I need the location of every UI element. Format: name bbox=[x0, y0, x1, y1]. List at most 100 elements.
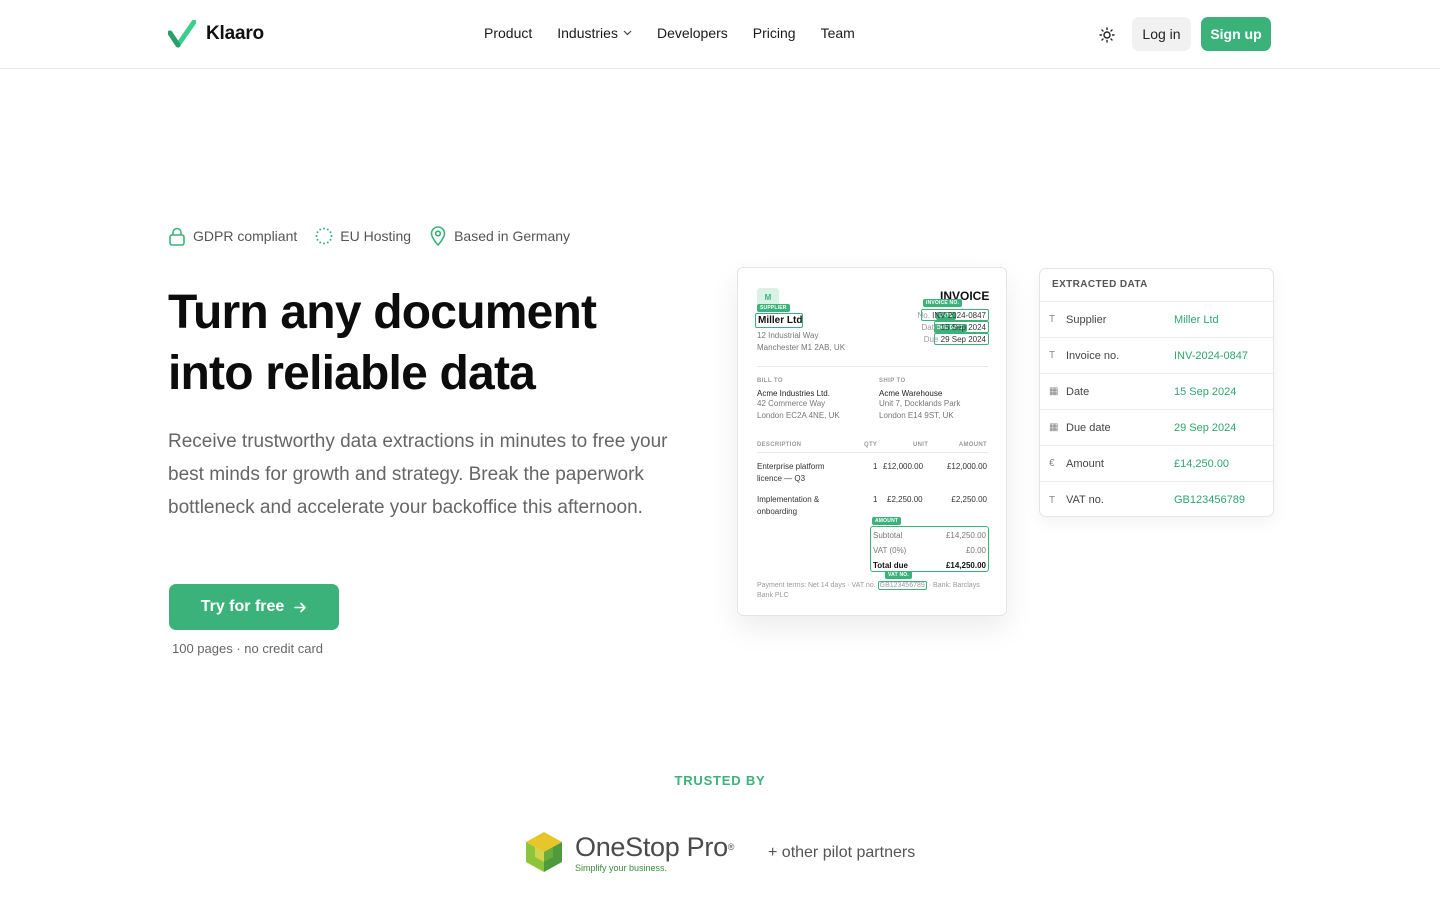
partner-wordmark: OneStop Pro® Simplify your business. bbox=[575, 832, 734, 873]
badge-germany: Based in Germany bbox=[429, 226, 570, 246]
tag-invoice-no: INVOICE NO. bbox=[923, 299, 963, 307]
cube-logo-icon bbox=[526, 832, 562, 872]
text-icon: T bbox=[1049, 494, 1056, 506]
arrow-right-icon bbox=[294, 602, 307, 612]
invoice-preview: M SUPPLIER Miller Ltd 12 Industrial Way … bbox=[737, 267, 1007, 616]
nav-team[interactable]: Team bbox=[821, 25, 855, 41]
item-1-amount: £12,000.00 bbox=[946, 462, 987, 471]
text-icon: T bbox=[1049, 350, 1056, 361]
extracted-row-date: ▦ Date 15 Sep 2024 bbox=[1040, 374, 1273, 410]
invoice-no-row: No. INV-2024-0847 bbox=[917, 310, 986, 322]
bill-to-label: BILL TO bbox=[757, 378, 783, 384]
footer-vat-number: GB123456789 bbox=[877, 581, 927, 590]
subtotal-value: £14,250.00 bbox=[945, 531, 986, 540]
ship-to-label: SHIP TO bbox=[879, 378, 906, 384]
item-1-desc-line2: licence — Q3 bbox=[757, 474, 806, 483]
partner-name-text: OneStop Pro bbox=[575, 831, 728, 862]
badge-eu-hosting: EU Hosting bbox=[315, 227, 411, 245]
extracted-data-panel: EXTRACTED DATA T Supplier Miller Ltd T I… bbox=[1039, 268, 1274, 517]
try-for-free-button[interactable]: Try for free bbox=[169, 584, 339, 630]
vat-label: VAT (0%) bbox=[873, 546, 907, 555]
invoice-supplier-address: 12 Industrial Way Manchester M1 2AB, UK bbox=[757, 330, 845, 354]
item-2-desc-line1: Implementation & bbox=[757, 495, 820, 504]
extracted-value: 29 Sep 2024 bbox=[1174, 421, 1237, 434]
extracted-row-supplier: T Supplier Miller Ltd bbox=[1040, 302, 1273, 338]
login-button[interactable]: Log in bbox=[1132, 17, 1191, 51]
other-partners-text: + other pilot partners bbox=[768, 844, 916, 861]
invoice-no-label: No. bbox=[917, 311, 930, 320]
column-amount: AMOUNT bbox=[958, 442, 987, 448]
euro-icon: € bbox=[1049, 458, 1055, 469]
trust-badges: GDPR compliant EU Hosting Based in Germa… bbox=[168, 226, 588, 246]
trusted-by-label: TRUSTED BY bbox=[674, 773, 766, 788]
extracted-key: Amount bbox=[1066, 457, 1104, 470]
nav-product[interactable]: Product bbox=[484, 25, 532, 41]
extracted-data-heading: EXTRACTED DATA bbox=[1040, 269, 1273, 302]
text-icon: T bbox=[1049, 314, 1056, 325]
extracted-key: VAT no. bbox=[1066, 494, 1104, 506]
extracted-value: GB123456789 bbox=[1174, 494, 1245, 506]
signup-button[interactable]: Sign up bbox=[1201, 17, 1271, 51]
main-menu: Product Industries Developers Pricing Te… bbox=[484, 25, 880, 41]
invoice-date-value: 15 Sep 2024 bbox=[940, 323, 986, 332]
nav-industries-label: Industries bbox=[557, 25, 618, 41]
hero-title-line1: Turn any document bbox=[168, 286, 597, 339]
chevron-down-icon bbox=[623, 30, 632, 36]
invoice-date-label: Date bbox=[921, 323, 939, 332]
item-1-description: Enterprise platform licence — Q3 bbox=[757, 461, 825, 485]
brand-name: Klaaro bbox=[206, 23, 264, 44]
calendar-icon: ▦ bbox=[1049, 386, 1059, 397]
nav-industries[interactable]: Industries bbox=[557, 25, 632, 41]
invoice-date-row: Date 15 Sep 2024 bbox=[917, 322, 986, 334]
item-1-qty: 1 bbox=[873, 462, 878, 471]
tag-amount: AMOUNT bbox=[872, 517, 902, 525]
nav-pricing[interactable]: Pricing bbox=[753, 25, 796, 41]
item-1-desc-line1: Enterprise platform bbox=[757, 462, 825, 471]
extracted-value: Miller Ltd bbox=[1174, 313, 1219, 326]
extracted-key: Invoice no. bbox=[1066, 349, 1120, 362]
nav-developers[interactable]: Developers bbox=[657, 25, 728, 41]
extracted-key: Due date bbox=[1066, 421, 1111, 434]
vat-row: VAT (0%) £0.00 bbox=[873, 543, 986, 558]
supplier-address-line1: 12 Industrial Way bbox=[757, 331, 819, 340]
invoice-totals: Subtotal £14,250.00 VAT (0%) £0.00 Total d… bbox=[870, 526, 989, 572]
invoice-ship-to: SHIP TO Acme Warehouse Unit 7, Docklands… bbox=[879, 378, 960, 422]
partner-logo-onestop[interactable]: OneStop Pro® Simplify your business. bbox=[524, 830, 734, 874]
bill-to-address-line1: 42 Commerce Way bbox=[757, 399, 826, 408]
invoice-due-value: 29 Sep 2024 bbox=[940, 335, 986, 344]
brand-logo[interactable]: Klaaro bbox=[168, 20, 264, 48]
column-description: DESCRIPTION bbox=[757, 442, 802, 448]
item-2-unit: £2,250.00 bbox=[887, 495, 923, 504]
invoice-footer: Payment terms: Net 14 days · VAT no. GB1… bbox=[757, 581, 989, 601]
column-qty: QTY bbox=[864, 442, 878, 448]
item-2-description: Implementation & onboarding bbox=[757, 494, 819, 518]
hero-subtitle: Receive trustworthy data extractions in … bbox=[168, 431, 668, 518]
invoice-due-row: Due 29 Sep 2024 bbox=[917, 334, 986, 346]
item-2-desc-line2: onboarding bbox=[757, 507, 798, 516]
try-for-free-label: Try for free bbox=[200, 598, 285, 615]
partner-registered-mark: ® bbox=[727, 841, 735, 852]
checkmark-logo-icon bbox=[168, 20, 196, 48]
theme-toggle-button[interactable] bbox=[1094, 22, 1120, 48]
calendar-icon: ▦ bbox=[1049, 422, 1059, 433]
map-pin-icon bbox=[430, 226, 446, 246]
bill-to-address-line2: London EC2A 4NE, UK bbox=[757, 411, 840, 420]
tag-vat-no: VAT NO. bbox=[885, 571, 912, 579]
column-unit: UNIT bbox=[913, 442, 929, 448]
invoice-meta: No. INV-2024-0847 Date 15 Sep 2024 Due 2… bbox=[917, 310, 986, 346]
partner-name: OneStop Pro® bbox=[575, 832, 734, 862]
lock-icon bbox=[169, 227, 185, 246]
item-2-amount: £2,250.00 bbox=[951, 495, 987, 504]
subtotal-label: Subtotal bbox=[873, 531, 903, 540]
extracted-key: Supplier bbox=[1066, 313, 1107, 326]
badge-germany-label: Based in Germany bbox=[454, 228, 571, 244]
invoice-bill-to: BILL TO Acme Industries Ltd. 42 Commerce… bbox=[757, 378, 840, 422]
hero-title-line2: into reliable data bbox=[168, 347, 536, 400]
invoice-no-value: INV-2024-0847 bbox=[932, 311, 986, 320]
badge-gdpr: GDPR compliant bbox=[168, 227, 297, 246]
eu-stars-icon bbox=[315, 227, 333, 245]
hero-title: Turn any document into reliable data bbox=[168, 282, 708, 404]
total-value: £14,250.00 bbox=[945, 561, 986, 570]
extracted-value: 15 Sep 2024 bbox=[1174, 385, 1237, 398]
extracted-row-due-date: ▦ Due date 29 Sep 2024 bbox=[1040, 410, 1273, 446]
